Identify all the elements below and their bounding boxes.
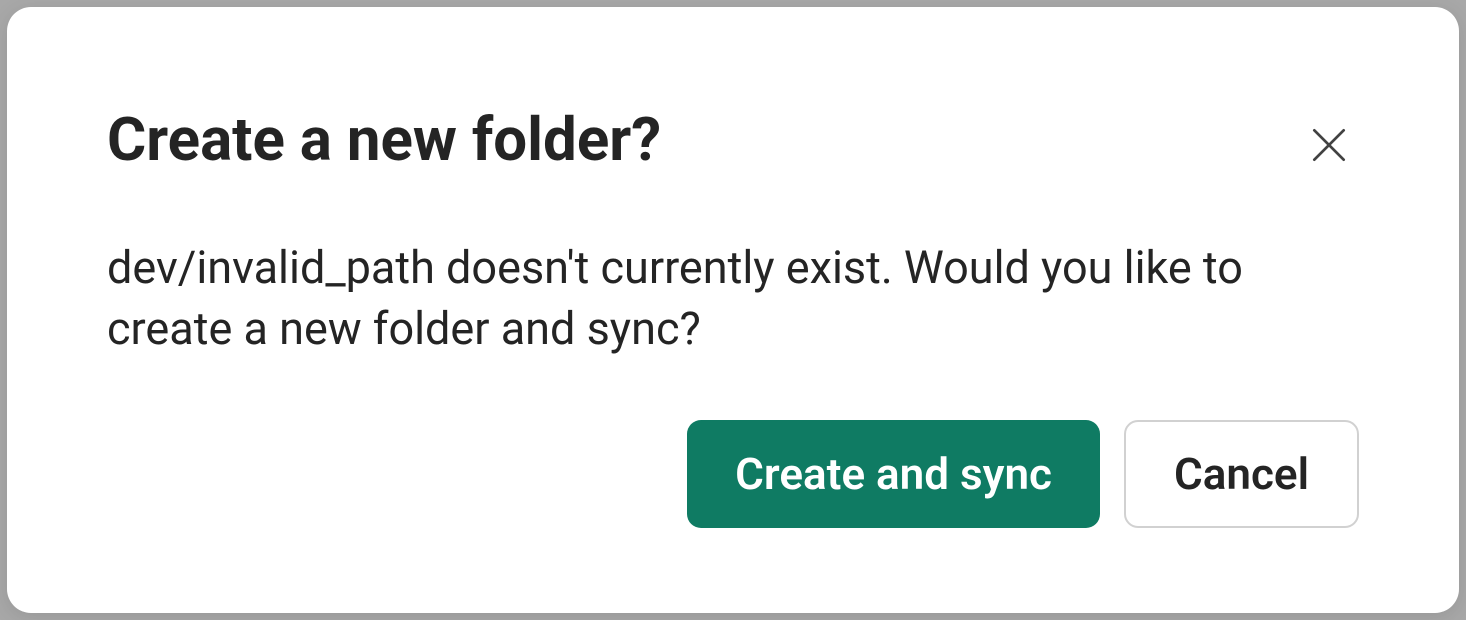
dialog-body-text: dev/invalid_path doesn't currently exist… — [107, 238, 1359, 360]
close-button[interactable] — [1299, 115, 1359, 178]
dialog-footer: Create and sync Cancel — [107, 420, 1359, 529]
dialog: Create a new folder? dev/invalid_path do… — [7, 7, 1459, 613]
create-and-sync-button[interactable]: Create and sync — [687, 420, 1100, 529]
dialog-header: Create a new folder? — [107, 107, 1359, 178]
dialog-title: Create a new folder? — [107, 107, 661, 173]
close-icon — [1307, 123, 1351, 170]
cancel-button[interactable]: Cancel — [1124, 420, 1359, 529]
